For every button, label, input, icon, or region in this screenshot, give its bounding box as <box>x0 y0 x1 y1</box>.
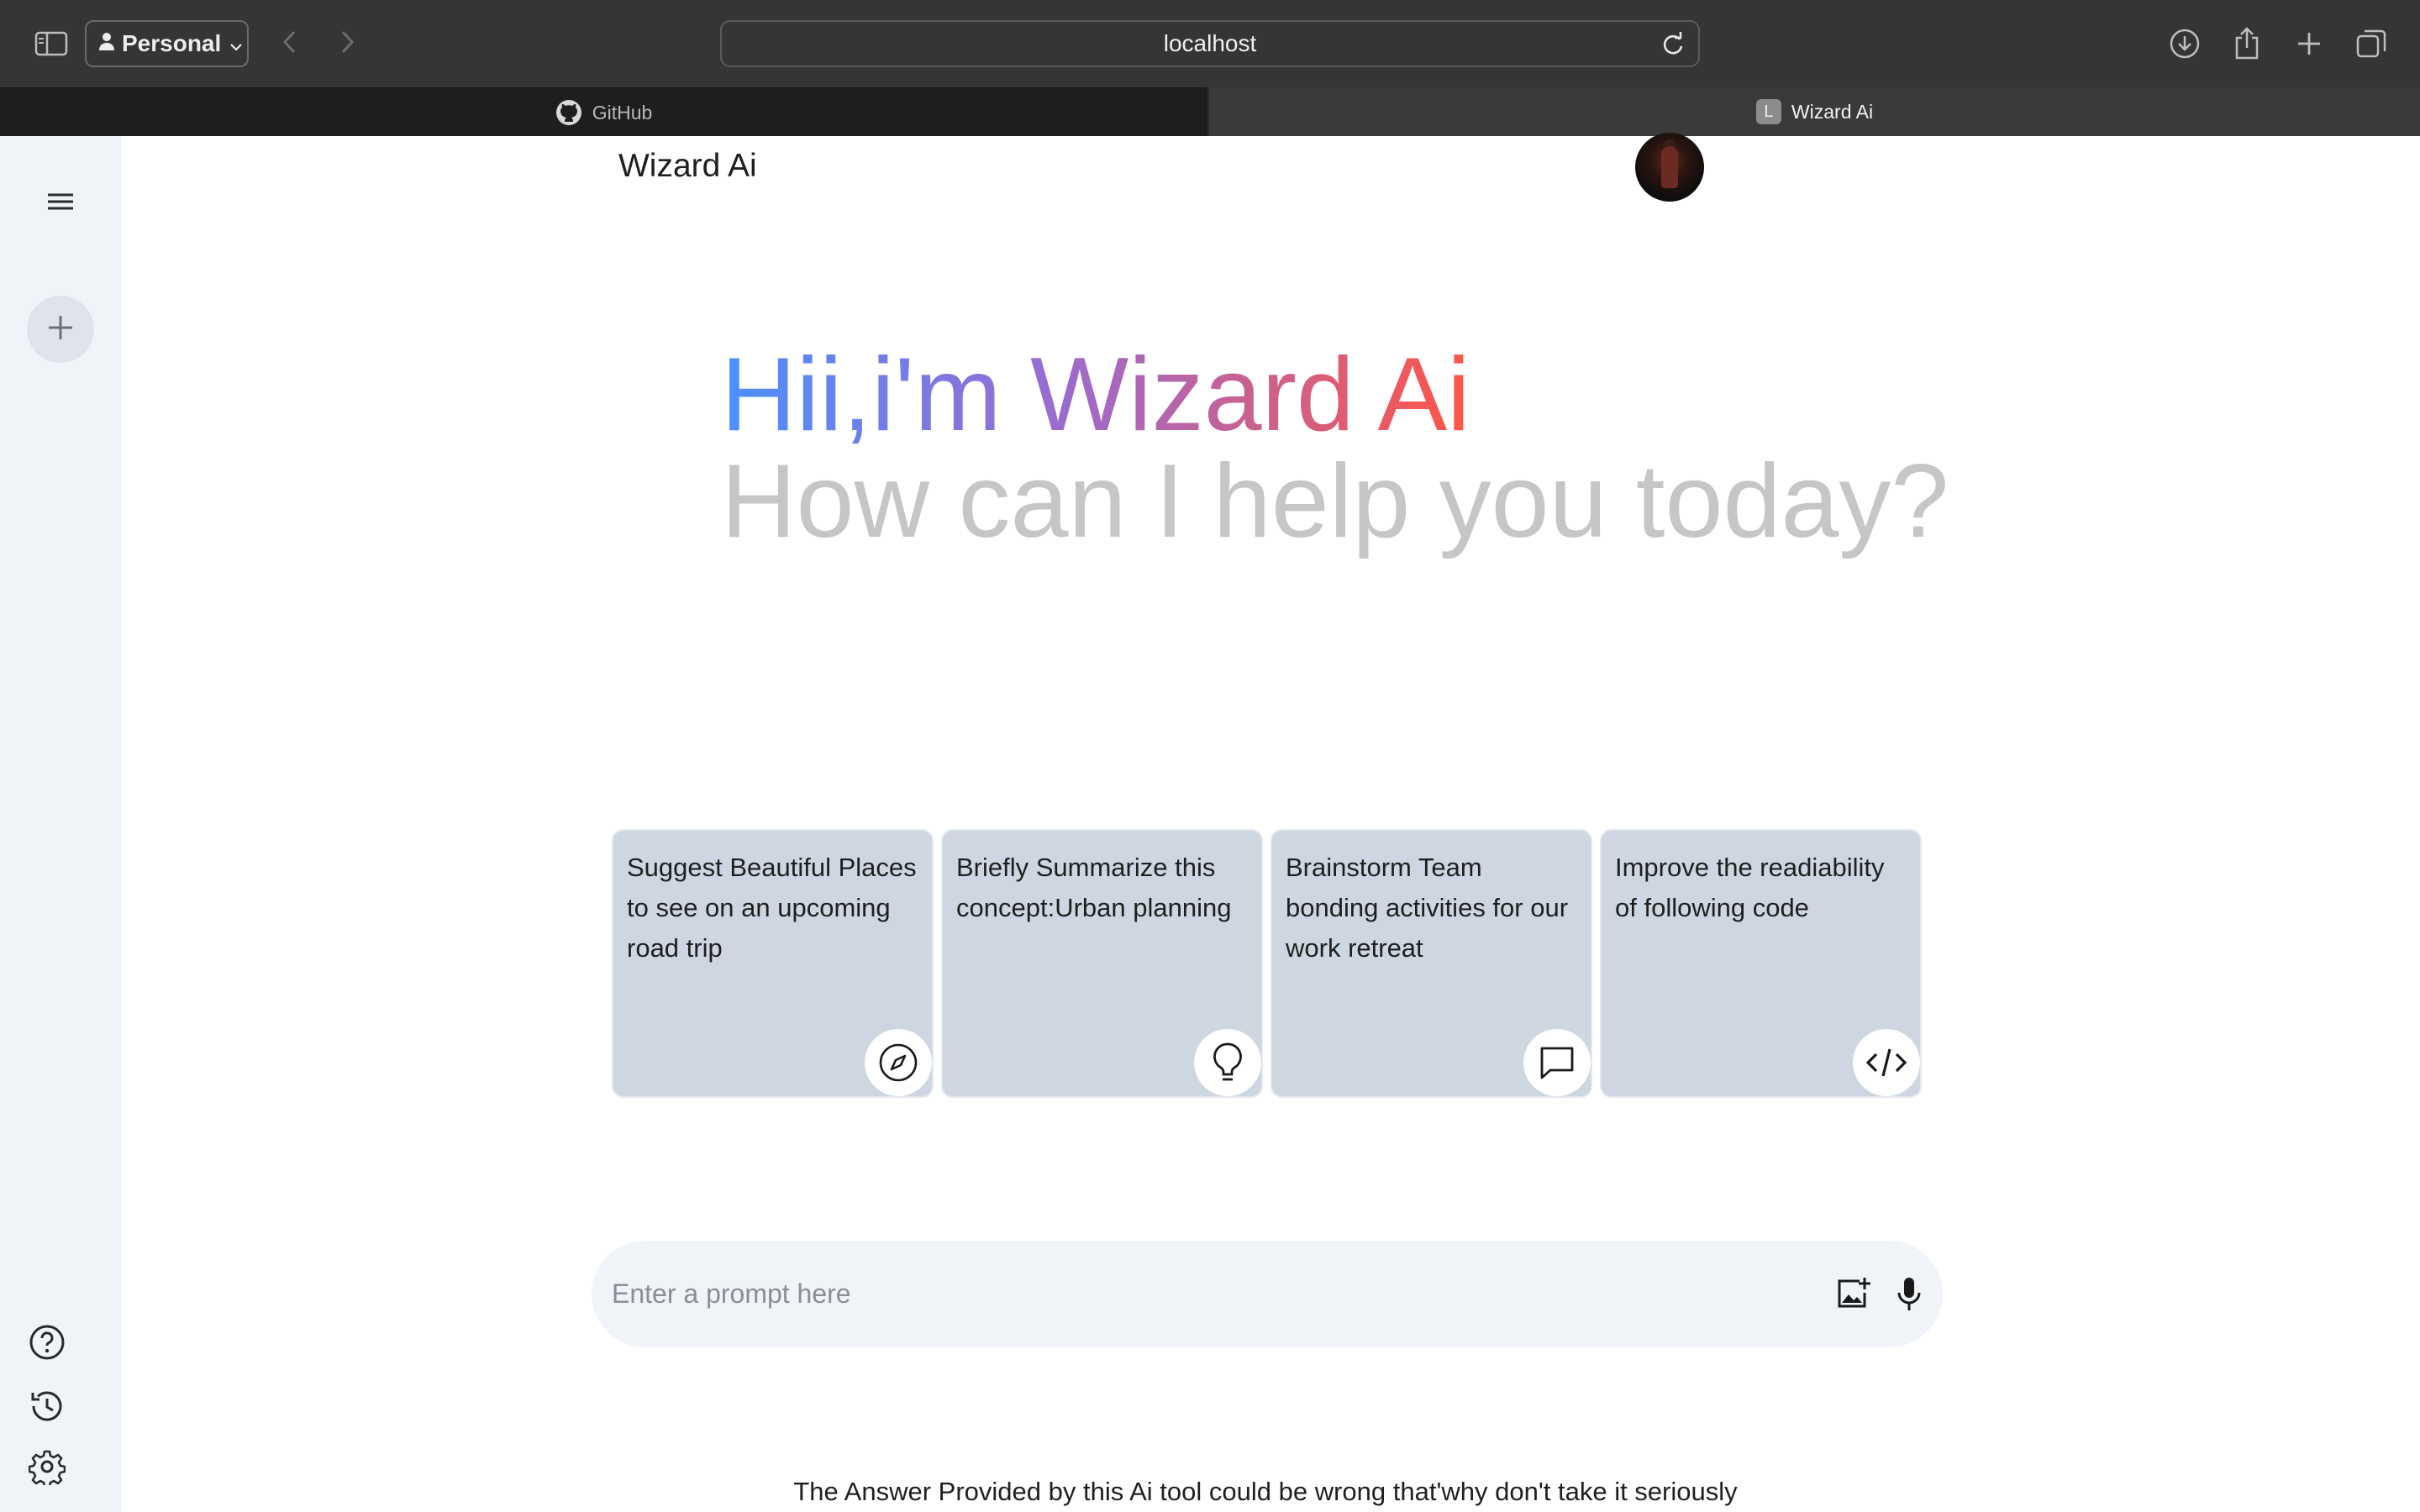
bulb-icon <box>1194 1029 1261 1096</box>
menu-icon[interactable] <box>37 183 84 220</box>
suggestion-card[interactable]: Improve the readiability of following co… <box>1600 829 1922 1098</box>
address-text: localhost <box>1163 30 1257 56</box>
tab-overview-icon[interactable] <box>2353 25 2390 62</box>
tab-label: GitHub <box>592 101 653 123</box>
new-tab-icon[interactable] <box>2291 25 2328 62</box>
tab-bar: GitHub L Wizard Ai <box>0 87 2420 136</box>
code-icon <box>1853 1029 1920 1096</box>
profile-button[interactable]: Personal <box>85 20 249 67</box>
reload-icon[interactable] <box>1661 32 1685 63</box>
suggestion-card[interactable]: Brainstorm Team bonding activities for o… <box>1270 829 1592 1098</box>
github-icon <box>555 99 582 126</box>
suggestion-card[interactable]: Suggest Beautiful Places to see on an up… <box>612 829 934 1098</box>
avatar[interactable] <box>1635 133 1704 202</box>
share-icon[interactable] <box>2228 24 2265 62</box>
compass-icon <box>865 1029 932 1096</box>
message-icon <box>1523 1029 1591 1096</box>
browser-toolbar: Personal localhost <box>0 0 2420 87</box>
disclaimer-text: The Answer Provided by this Ai tool coul… <box>793 1477 1738 1506</box>
tab-wizard-ai[interactable]: L Wizard Ai <box>1209 87 2420 136</box>
history-icon[interactable] <box>27 1386 67 1426</box>
card-text: Improve the readiability of following co… <box>1615 853 1885 922</box>
sidebar-toggle-icon[interactable] <box>32 27 71 60</box>
new-chat-button[interactable] <box>27 296 94 363</box>
tab-label: Wizard Ai <box>1791 100 1874 123</box>
suggestion-cards: Suggest Beautiful Places to see on an up… <box>612 829 1923 1098</box>
person-icon <box>98 30 115 57</box>
prompt-bar <box>592 1241 1943 1347</box>
card-text: Brainstorm Team bonding activities for o… <box>1286 853 1569 963</box>
app-title: Wizard Ai <box>618 148 757 184</box>
profile-label: Personal <box>122 30 222 56</box>
chevron-down-icon <box>229 30 243 57</box>
greeting-title: Hii,i'm Wizard Ai <box>721 337 1470 453</box>
card-text: Briefly Summarize this concept:Urban pla… <box>956 853 1232 922</box>
forward-icon[interactable] <box>333 25 363 59</box>
plus-icon <box>46 313 75 346</box>
card-text: Suggest Beautiful Places to see on an up… <box>627 853 917 963</box>
download-icon[interactable] <box>2166 25 2203 62</box>
prompt-input[interactable] <box>612 1278 1771 1310</box>
add-image-icon[interactable] <box>1832 1273 1876 1316</box>
help-icon[interactable] <box>27 1322 67 1362</box>
back-icon[interactable] <box>274 25 304 59</box>
tab-github[interactable]: GitHub <box>0 87 1207 136</box>
greeting-subtitle: How can I help you today? <box>721 444 1949 559</box>
microphone-icon[interactable] <box>1887 1273 1931 1316</box>
address-bar[interactable]: localhost <box>720 20 1700 67</box>
suggestion-card[interactable]: Briefly Summarize this concept:Urban pla… <box>941 829 1263 1098</box>
sidebar <box>0 136 121 1512</box>
favicon: L <box>1755 99 1781 124</box>
